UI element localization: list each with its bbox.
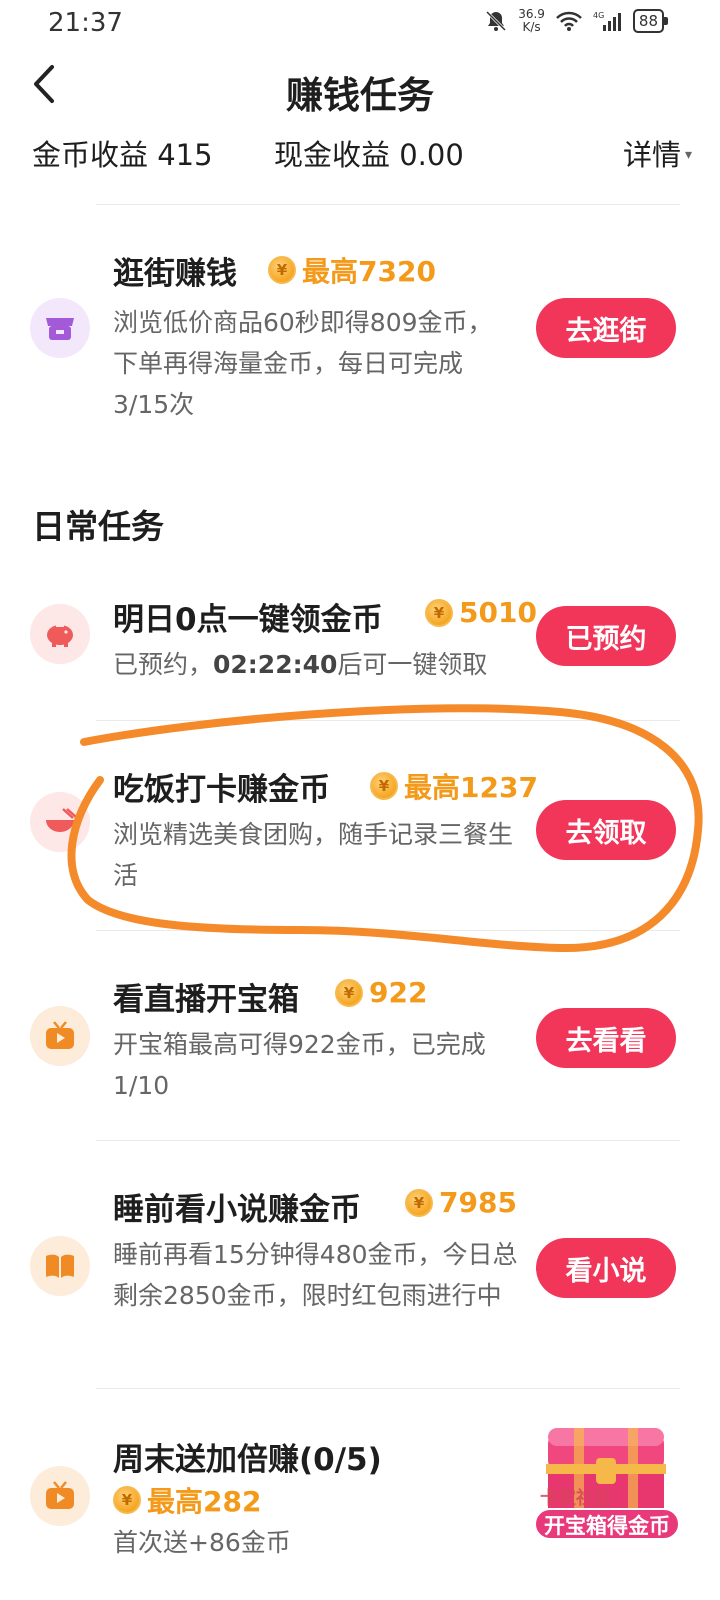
- countdown: 02:22:40: [213, 650, 338, 679]
- reward-label: 5010: [459, 596, 537, 629]
- reward-label: 最高282: [147, 1485, 262, 1518]
- coin-icon: ¥: [113, 1486, 141, 1514]
- status-icons: 36.9 K/s 4G 88: [484, 7, 669, 34]
- reward-label: 最高7320: [302, 255, 436, 288]
- task-title: 逛街赚钱: [113, 256, 237, 292]
- task-title: 看直播开宝箱: [113, 982, 299, 1018]
- reward-label: 922: [369, 976, 428, 1009]
- task-desc: 浏览低价商品60秒即得809金币，下单再得海量金币，每日可完成3/15次: [113, 308, 493, 419]
- divider: [96, 204, 680, 205]
- task-reward: ¥ 最高7320: [268, 250, 436, 290]
- reserved-button[interactable]: 已预约: [536, 606, 676, 666]
- status-bar: 21:37 36.9 K/s 4G 88: [0, 0, 720, 50]
- go-shopping-button[interactable]: 去逛街: [536, 298, 676, 358]
- task-reward: ¥ 7985: [405, 1186, 517, 1219]
- task-title: 吃饭打卡赚金币: [113, 772, 330, 808]
- coin-icon: ¥: [370, 772, 398, 800]
- header: 赚钱任务: [0, 55, 720, 125]
- task-desc: 开宝箱最高可得922金币，已完成1/10: [113, 1030, 486, 1100]
- svg-text:4G: 4G: [593, 11, 604, 20]
- task-title: 明日0点一键领金币: [113, 602, 383, 638]
- tv-icon: [30, 1006, 90, 1066]
- divider: [96, 1140, 680, 1141]
- bowl-icon: [30, 792, 90, 852]
- coin-icon: ¥: [335, 978, 363, 1007]
- task-title: 周末送加倍赚(0/5): [113, 1442, 382, 1478]
- treasure-chest-widget[interactable]: 卡农社区 开宝箱得金币: [510, 1400, 710, 1600]
- cash-earnings: 现金收益 0.00: [274, 138, 464, 172]
- cell-signal-icon: 4G: [593, 11, 621, 31]
- earnings-summary: 金币收益 415 现金收益 0.00 详情 ▾: [32, 132, 692, 180]
- coin-icon: ¥: [405, 1188, 433, 1217]
- piggy-bank-icon: [30, 604, 90, 664]
- tv-icon: [30, 1466, 90, 1526]
- detail-label: 详情: [622, 138, 681, 172]
- status-time: 21:37: [48, 8, 123, 38]
- go-watch-button[interactable]: 去看看: [536, 1008, 676, 1068]
- task-desc: 首次送+86金币: [113, 1528, 291, 1557]
- task-reward: ¥ 最高1237: [370, 766, 538, 806]
- divider: [96, 1388, 680, 1389]
- mute-bell-icon: [486, 10, 507, 32]
- book-icon: [30, 1236, 90, 1296]
- detail-button[interactable]: 详情 ▾: [623, 132, 692, 174]
- section-title-daily: 日常任务: [32, 507, 164, 546]
- gold-earnings: 金币收益 415: [32, 138, 213, 172]
- read-novel-button[interactable]: 看小说: [536, 1238, 676, 1298]
- task-reward: ¥ 5010: [425, 596, 537, 629]
- claim-button[interactable]: 去领取: [536, 800, 676, 860]
- task-reward: ¥ 最高282: [113, 1480, 261, 1520]
- reward-label: 7985: [439, 1186, 517, 1219]
- chevron-down-icon: ▾: [684, 147, 692, 163]
- open-chest-label: 开宝箱得金币: [534, 1508, 680, 1540]
- battery-icon: 88: [632, 9, 669, 33]
- task-title: 睡前看小说赚金币: [113, 1192, 361, 1228]
- reward-label: 最高1237: [404, 771, 538, 804]
- task-desc: 已预约，02:22:40后可一键领取: [113, 650, 488, 679]
- task-reward: ¥ 922: [335, 976, 427, 1009]
- wifi-icon: [556, 11, 582, 31]
- watermark: 卡农社区: [540, 1488, 612, 1509]
- shop-icon: [30, 298, 90, 358]
- task-desc: 浏览精选美食团购，随手记录三餐生活: [113, 820, 514, 890]
- divider: [96, 720, 680, 721]
- coin-icon: ¥: [425, 598, 453, 627]
- net-speed: 36.9 K/s: [518, 7, 545, 34]
- coin-icon: ¥: [268, 256, 296, 284]
- page-title: 赚钱任务: [286, 74, 434, 117]
- divider: [96, 930, 680, 931]
- task-desc: 睡前再看15分钟得480金币，今日总剩余2850金币，限时红包雨进行中: [113, 1240, 518, 1310]
